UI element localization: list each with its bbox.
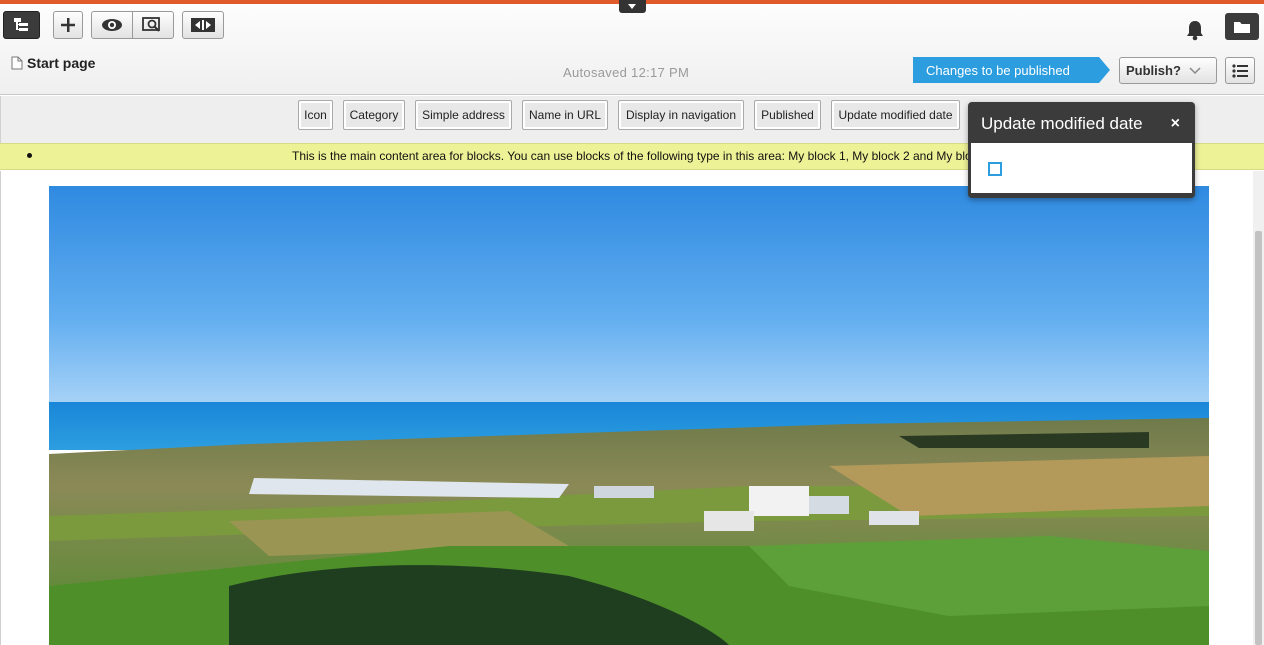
property-category-button[interactable]: Category xyxy=(343,100,405,130)
document-icon xyxy=(11,56,23,70)
autosave-status: Autosaved 12:17 PM xyxy=(563,65,690,80)
property-published-button[interactable]: Published xyxy=(754,100,821,130)
compare-button[interactable] xyxy=(182,11,224,39)
page-title-group: Start page xyxy=(11,55,95,71)
chevron-down-icon xyxy=(1189,66,1201,74)
popover-body xyxy=(971,143,1192,193)
property-display-in-navigation-button[interactable]: Display in navigation xyxy=(618,100,744,130)
property-update-modified-date-button[interactable]: Update modified date xyxy=(831,100,960,130)
folder-icon xyxy=(1234,21,1250,33)
publish-label: Publish? xyxy=(1126,63,1181,78)
plus-icon xyxy=(61,18,75,32)
bell-icon xyxy=(1187,21,1203,41)
page-tree-icon xyxy=(13,18,28,31)
notice-bullet xyxy=(27,153,32,158)
landscape-photo xyxy=(49,186,1209,645)
property-icon-button[interactable]: Icon xyxy=(298,100,333,130)
compare-arrows-icon xyxy=(191,18,215,32)
property-simple-address-button[interactable]: Simple address xyxy=(415,100,512,130)
publish-menu-button[interactable]: Publish? xyxy=(1119,57,1217,84)
scrollbar-thumb[interactable] xyxy=(1255,231,1262,645)
popover-title: Update modified date xyxy=(981,114,1143,133)
popover-header: Update modified date × xyxy=(971,105,1192,143)
global-toolbar: Start page Autosaved 12:17 PM Changes to… xyxy=(0,4,1264,95)
content-area-message: This is the main content area for blocks… xyxy=(292,149,972,163)
changes-status-badge: Changes to be published xyxy=(913,57,1110,83)
add-button[interactable] xyxy=(53,11,83,39)
view-mode-group xyxy=(91,11,174,39)
tools-menu-button[interactable] xyxy=(1225,57,1255,84)
toolbar-collapse-handle[interactable] xyxy=(619,0,646,13)
assets-pane-toggle-button[interactable] xyxy=(1225,13,1259,40)
eye-icon xyxy=(102,19,122,31)
close-icon[interactable]: × xyxy=(1171,115,1180,133)
view-settings-button[interactable] xyxy=(132,12,173,38)
hero-image[interactable] xyxy=(49,186,1209,645)
magnify-screen-icon xyxy=(142,17,160,32)
list-icon xyxy=(1232,63,1248,78)
navigation-pane-toggle-button[interactable] xyxy=(3,11,40,39)
property-name-in-url-button[interactable]: Name in URL xyxy=(522,100,608,130)
content-scrollbar[interactable] xyxy=(1253,171,1264,645)
page-title: Start page xyxy=(27,55,96,71)
update-modified-date-popover: Update modified date × xyxy=(968,102,1195,198)
update-modified-date-checkbox[interactable] xyxy=(988,162,1002,176)
main-content-area xyxy=(0,171,1264,645)
notifications-button[interactable] xyxy=(1184,19,1206,46)
preview-button[interactable] xyxy=(92,12,132,38)
